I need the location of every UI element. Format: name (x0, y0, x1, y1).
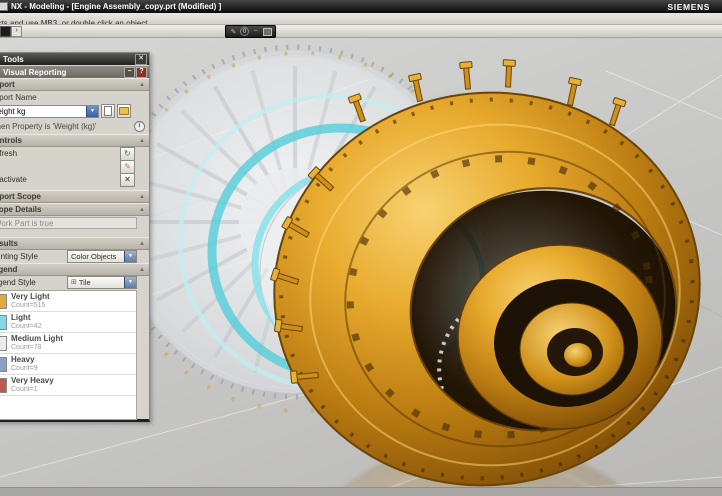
deactivate-x-icon[interactable]: ✕ (120, 172, 135, 187)
legend-style-select[interactable]: ⊞ Tile ▼ (67, 275, 137, 289)
painting-style-label: Painting Style (0, 251, 38, 261)
refresh-row: Refresh ↻ (0, 146, 149, 161)
section-controls[interactable]: Controls ▲ (0, 134, 149, 147)
inner-cone-rings (457, 244, 663, 430)
visual-reporting-title: Visual Reporting (3, 67, 67, 77)
folder-icon (119, 107, 129, 115)
report-name-input[interactable] (0, 106, 86, 116)
edit-pencil-icon[interactable]: ✎ (228, 27, 239, 36)
edit-report-row: ✎ (0, 159, 149, 174)
app-icon (0, 2, 8, 11)
toolbar-row: › ✎ 0 − (0, 25, 722, 38)
close-icon[interactable]: ✕ (135, 53, 147, 65)
section-results[interactable]: Results ▲ (0, 237, 149, 250)
legend-swatch (0, 377, 7, 393)
info-icon[interactable]: i (134, 121, 145, 132)
refresh-label: Refresh (0, 149, 18, 158)
chevron-up-icon[interactable]: ▲ (139, 267, 145, 273)
window-export-icon[interactable] (262, 27, 273, 36)
chevron-up-icon[interactable]: ▲ (139, 138, 145, 144)
section-report[interactable]: Report ▲ (0, 78, 149, 91)
edit-report-icon[interactable]: ✎ (120, 159, 135, 174)
new-report-button[interactable] (101, 104, 115, 118)
report-condition-text: When Property is 'Weight (kg)' (0, 122, 97, 131)
cue-prompt-bar: Select objects and use MB3, or double cl… (0, 13, 722, 25)
legend-swatch (0, 314, 7, 330)
legend-swatch (0, 335, 7, 351)
report-name-field-wrap: ▼ (0, 104, 99, 118)
deactivate-row: Deactivate ✕ (0, 172, 149, 187)
chevron-down-icon[interactable]: ▼ (124, 276, 136, 288)
window-titlebar[interactable]: NX - Modeling - [Engine Assembly_copy.pr… (0, 0, 722, 13)
tools-panel: Tools ✕ Visual Reporting − ? Report ▲ Re… (0, 52, 150, 422)
legend-style-row: Legend Style ⊞ Tile ▼ (0, 275, 149, 289)
chevron-up-icon[interactable]: ▲ (139, 194, 145, 200)
chevron-down-icon[interactable]: ▼ (124, 250, 136, 262)
legend-swatch (0, 293, 7, 309)
refresh-icon[interactable]: ↻ (120, 146, 135, 161)
legend-item-heavy[interactable]: Heavy Count=9 (0, 354, 136, 375)
page-icon (104, 106, 112, 116)
legend-item-light[interactable]: Light Count=42 (0, 312, 136, 333)
chevron-up-icon[interactable]: ▲ (139, 207, 145, 213)
window-title: NX - Modeling - [Engine Assembly_copy.pr… (11, 2, 222, 11)
visual-reporting-header[interactable]: Visual Reporting − ? (0, 66, 149, 78)
minimize-icon[interactable]: − (124, 66, 135, 78)
report-condition-row: When Property is 'Weight (kg)' i (0, 120, 149, 134)
chevron-up-icon[interactable]: ▲ (139, 241, 145, 247)
chevron-down-icon[interactable]: ▼ (86, 105, 98, 117)
minimize-dash-icon[interactable]: − (250, 27, 261, 36)
tile-icon: ⊞ (71, 279, 77, 286)
toolbar-overflow-button[interactable]: › (11, 26, 22, 37)
legend-style-label: Legend Style (0, 277, 36, 287)
legend-swatch (0, 356, 7, 372)
legend-item-very-light[interactable]: Very Light Count=515 (0, 291, 136, 312)
help-icon[interactable]: ? (136, 66, 147, 78)
legend-item-medium-light[interactable]: Medium Light Count=78 (0, 333, 136, 354)
deactivate-label: Deactivate (0, 175, 27, 184)
floating-mini-toolbar[interactable]: ✎ 0 − (225, 25, 276, 38)
siemens-logo: SIEMENS (667, 1, 710, 12)
painting-style-row: Painting Style Color Objects ▼ (0, 249, 149, 263)
section-legend[interactable]: Legend ▲ (0, 263, 149, 276)
section-scope-details[interactable]: Scope Details ▲ (0, 203, 149, 216)
painting-style-select[interactable]: Color Objects ▼ (67, 249, 137, 263)
section-report-scope[interactable]: Report Scope ▲ (0, 190, 149, 203)
prompt-text: Select objects and use MB3, or double cl… (0, 19, 148, 25)
report-name-label: Report Name (0, 93, 37, 102)
zero-badge[interactable]: 0 (240, 27, 249, 36)
tools-panel-title: Tools (3, 54, 24, 64)
scope-condition-box: Work Part is true (0, 217, 137, 229)
legend-item-very-heavy[interactable]: Very Heavy Count=1 (0, 375, 136, 396)
report-name-row: ▼ (0, 103, 149, 120)
open-report-button[interactable] (117, 104, 131, 118)
legend-list: Very Light Count=515 Light Count=42 Medi… (0, 290, 137, 420)
docked-toolbar-fragment[interactable] (0, 26, 11, 37)
chevron-up-icon[interactable]: ▲ (139, 82, 145, 88)
tools-panel-titlebar[interactable]: Tools ✕ (0, 53, 149, 65)
